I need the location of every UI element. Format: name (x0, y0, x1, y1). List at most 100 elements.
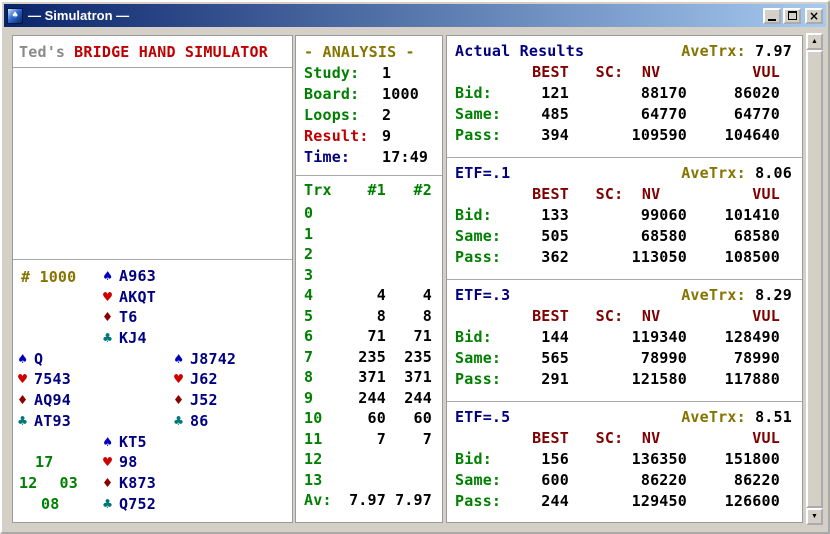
best-value: 133 (503, 206, 569, 227)
board-number: # 1000 (21, 267, 76, 288)
result-section-etf5: ETF=.5 AveTrx: 8.51 BEST SC: NV VUL Bid:… (447, 402, 802, 524)
nv-value: 99060 (569, 206, 687, 227)
hand-cards: 86 (190, 412, 208, 433)
trx-value-1: 71 (336, 327, 386, 348)
hand-line: ♥ AKQT (103, 288, 292, 309)
trx-index: 1 (304, 225, 336, 246)
trx-value-2: 4 (386, 286, 432, 307)
close-button[interactable]: × (805, 8, 823, 24)
simulator-panel: Ted's BRIDGE HAND SIMULATOR # 1000 ♠ A96… (12, 35, 293, 523)
nv-value: 68580 (569, 227, 687, 248)
nv-value: 109590 (569, 126, 687, 147)
vertical-scrollbar[interactable]: ▲ ▼ (806, 33, 823, 525)
avetrx-label: AveTrx: (681, 164, 746, 182)
window-title: — Simulatron — (28, 8, 758, 23)
suit-icon: ♦ (103, 308, 119, 329)
title-main: BRIDGE HAND SIMULATOR (74, 43, 268, 61)
trx-value-2 (386, 266, 432, 287)
hand-cards: Q (34, 350, 43, 371)
row-label: Same: (455, 105, 503, 126)
trx-index: 10 (304, 409, 336, 430)
section-title: Actual Results (455, 42, 584, 63)
hand-cards: J52 (190, 391, 218, 412)
hand-line: ♥ 98 (103, 453, 156, 474)
row-label: Pass: (455, 248, 503, 269)
avetrx-label: AveTrx: (681, 286, 746, 304)
nv-value: 136350 (569, 450, 687, 471)
col-best: BEST (503, 63, 569, 84)
hand-cards: AQ94 (34, 391, 71, 412)
result-row: Same: 485 64770 64770 (455, 105, 792, 126)
field-board: Board: 1000 (304, 85, 442, 106)
suit-icon: ♠ (174, 350, 190, 371)
hand-line: ♠ A963 (103, 267, 292, 288)
suit-icon: ♣ (18, 412, 34, 433)
hand-line: ♦ J52 (174, 391, 236, 412)
scroll-down-icon: ▼ (811, 513, 818, 520)
vul-value: 64770 (687, 105, 780, 126)
trx-value-1: 4 (336, 286, 386, 307)
trx-value-2: 235 (386, 348, 432, 369)
trx-value-2 (386, 471, 432, 492)
description-line (19, 224, 292, 244)
scrollbar-thumb[interactable] (806, 50, 823, 508)
col-best: BEST (503, 429, 569, 450)
app-icon[interactable]: ♠ (7, 8, 23, 24)
scroll-up-button[interactable]: ▲ (806, 33, 823, 50)
trx-value-2: 371 (386, 368, 432, 389)
trx-col: #2 (386, 181, 432, 202)
row-label: Pass: (455, 126, 503, 147)
result-row: Same: 600 86220 86220 (455, 471, 792, 492)
avetrx-label: AveTrx: (681, 42, 746, 60)
vul-value: 68580 (687, 227, 780, 248)
minimize-button[interactable] (763, 8, 781, 24)
row-label: Bid: (455, 84, 503, 105)
trx-row: 1 (304, 225, 434, 246)
nv-value: 121580 (569, 370, 687, 391)
study-description (13, 68, 292, 260)
field-label: Board: (304, 85, 382, 106)
scroll-down-button[interactable]: ▼ (806, 508, 823, 525)
titlebar[interactable]: ♠ — Simulatron — × (4, 4, 826, 27)
hand-line: ♣ KJ4 (103, 329, 292, 350)
hand-line: ♣ Q752 (103, 495, 156, 516)
description-line (19, 124, 292, 144)
analysis-panel: - ANALYSIS - Study: 1 Board: 1000 Loops:… (295, 35, 443, 523)
avetrx: AveTrx: 7.97 (681, 42, 792, 63)
hand-cards: KJ4 (119, 329, 147, 350)
results-panel: Actual Results AveTrx: 7.97 BEST SC: NV … (446, 35, 803, 523)
best-value: 485 (503, 105, 569, 126)
north-hand-area: # 1000 ♠ A963 ♥ AKQT ♦ T6 ♣ KJ4 (13, 267, 292, 350)
hand-line: ♠ J8742 (174, 350, 236, 371)
hand-cards: Q752 (119, 495, 156, 516)
best-value: 600 (503, 471, 569, 492)
hand-line: ♣ AT93 (18, 412, 174, 433)
col-vul: VUL (687, 307, 780, 328)
trx-row: 12 (304, 450, 434, 471)
best-value: 362 (503, 248, 569, 269)
hcp-west-east: 12 03 (13, 474, 103, 495)
hand-cards: T6 (119, 308, 137, 329)
east-hand: ♠ J8742 ♥ J62 ♦ J52 ♣ 86 (174, 350, 236, 433)
vul-value: 108500 (687, 248, 780, 269)
row-label: Same: (455, 227, 503, 248)
suit-icon: ♥ (103, 288, 119, 309)
row-label: Same: (455, 471, 503, 492)
trx-row: 11 7 7 (304, 430, 434, 451)
hand-line: ♥ J62 (174, 370, 236, 391)
hand-cards: AT93 (34, 412, 71, 433)
avetrx-value: 8.06 (755, 164, 792, 182)
trx-index: 5 (304, 307, 336, 328)
field-label: Loops: (304, 106, 382, 127)
best-value: 244 (503, 492, 569, 513)
col-vul: VUL (687, 185, 780, 206)
nv-value: 64770 (569, 105, 687, 126)
maximize-button[interactable] (783, 8, 801, 24)
close-icon: × (809, 10, 819, 22)
description-line (19, 184, 292, 204)
best-value: 144 (503, 328, 569, 349)
nv-value: 119340 (569, 328, 687, 349)
result-row: Pass: 244 129450 126600 (455, 492, 792, 513)
row-label: Bid: (455, 206, 503, 227)
hand-cards: J62 (190, 370, 218, 391)
